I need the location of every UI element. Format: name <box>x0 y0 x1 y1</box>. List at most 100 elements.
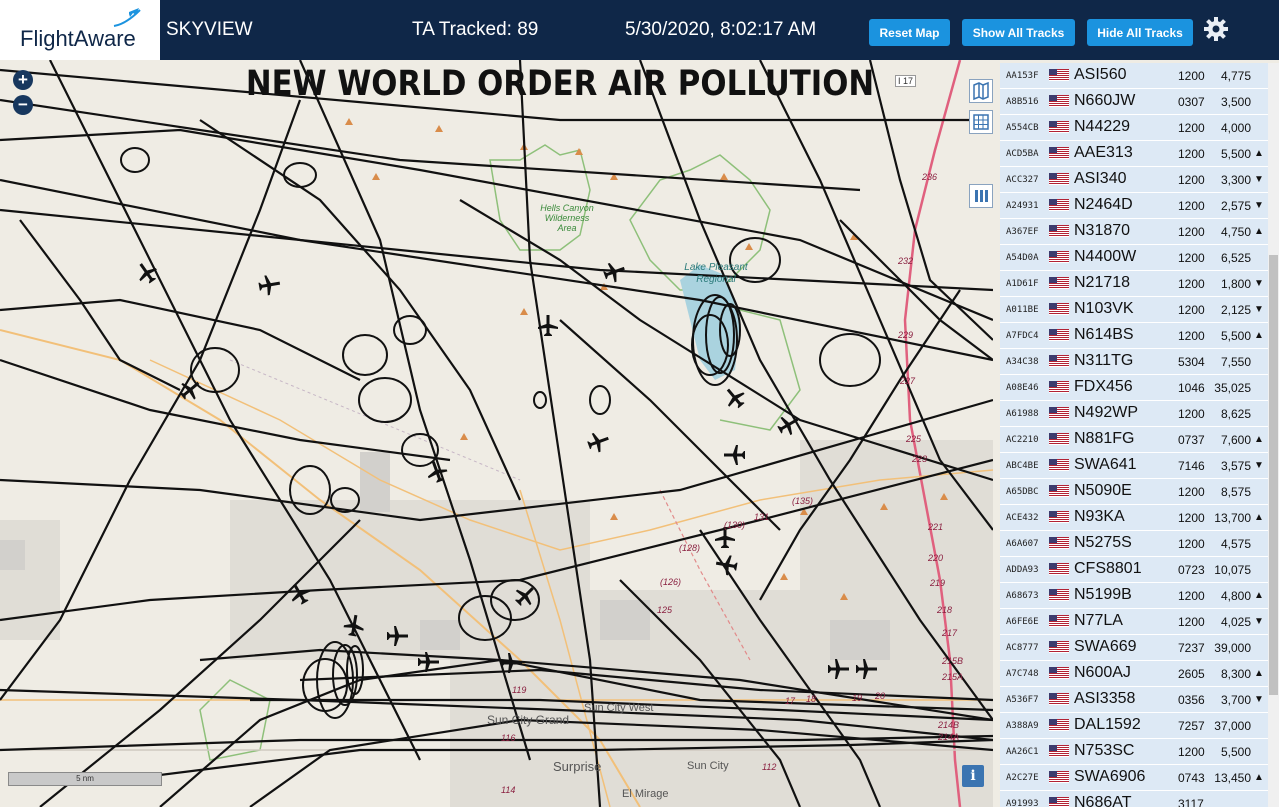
road-label-126: (126) <box>660 577 682 587</box>
list-scroll-thumb[interactable] <box>1269 255 1278 695</box>
aircraft-row[interactable]: A7FDC4 N614BS 1200 5,500 ▲ <box>1000 323 1268 349</box>
place-sun-city: Sun City <box>687 760 729 772</box>
zoom-in-button[interactable]: + <box>13 70 33 90</box>
gear-icon[interactable] <box>1203 16 1229 42</box>
aircraft-row[interactable]: AA26C1 N753SC 1200 5,500 <box>1000 739 1268 765</box>
show-all-tracks-button[interactable]: Show All Tracks <box>962 19 1075 46</box>
app-title: SKYVIEW <box>166 19 253 40</box>
aircraft-hex: ABC4BE <box>1006 461 1039 471</box>
aircraft-row[interactable]: A61988 N492WP 1200 8,625 <box>1000 401 1268 427</box>
aircraft-row[interactable]: A34C38 N311TG 5304 7,550 <box>1000 349 1268 375</box>
aircraft-row[interactable]: A388A9 DAL1592 7257 37,000 <box>1000 713 1268 739</box>
reset-map-button[interactable]: Reset Map <box>869 19 950 46</box>
us-flag-icon <box>1049 459 1069 471</box>
road-label-232: 232 <box>898 256 914 266</box>
us-flag-icon <box>1049 329 1069 341</box>
flightaware-logo[interactable]: FlightAware <box>0 0 160 60</box>
hide-all-tracks-button[interactable]: Hide All Tracks <box>1087 19 1193 46</box>
us-flag-icon <box>1049 511 1069 523</box>
aircraft-row[interactable]: A554CB N44229 1200 4,000 <box>1000 115 1268 141</box>
us-flag-icon <box>1049 719 1069 731</box>
road-label-215b: 215B <box>942 656 964 666</box>
aircraft-row[interactable]: ACC327 ASI340 1200 3,300 ▼ <box>1000 167 1268 193</box>
aircraft-hex: A91993 <box>1006 799 1039 807</box>
aircraft-ident: SWA669 <box>1074 638 1137 655</box>
aircraft-row[interactable]: ADDA93 CFS8801 0723 10,075 <box>1000 557 1268 583</box>
aircraft-hex: A54D0A <box>1006 253 1039 263</box>
aircraft-altitude: 5,500 <box>1220 745 1251 759</box>
aircraft-hex: A65DBC <box>1006 487 1039 497</box>
aircraft-row[interactable]: A91993 N686AT 3117 <box>1000 791 1268 807</box>
aircraft-row[interactable]: A1D61F N21718 1200 1,800 ▼ <box>1000 271 1268 297</box>
aircraft-ident: N31870 <box>1074 222 1131 239</box>
us-flag-icon <box>1049 173 1069 185</box>
columns-icon[interactable] <box>969 184 993 208</box>
altitude-trend-icon: ▲ <box>1254 148 1264 159</box>
aircraft-row[interactable]: A6A607 N5275S 1200 4,575 <box>1000 531 1268 557</box>
aircraft-row[interactable]: A367EF N31870 1200 4,750 ▲ <box>1000 219 1268 245</box>
aircraft-row[interactable]: A2C27E SWA6906 0743 13,450 ▲ <box>1000 765 1268 791</box>
aircraft-squawk: 3117 <box>1178 797 1204 807</box>
aircraft-hex: A34C38 <box>1006 357 1039 367</box>
road-label-227: 227 <box>900 376 916 386</box>
us-flag-icon <box>1049 251 1069 263</box>
aircraft-row[interactable]: A6FE6E N77LA 1200 4,025 ▼ <box>1000 609 1268 635</box>
aircraft-hex: A6FE6E <box>1006 617 1039 627</box>
grid-icon[interactable] <box>969 110 993 134</box>
us-flag-icon <box>1049 537 1069 549</box>
aircraft-altitude: 1,800 <box>1220 277 1251 291</box>
aircraft-altitude: 10,075 <box>1214 563 1251 577</box>
aircraft-row[interactable]: A68673 N5199B 1200 4,800 ▲ <box>1000 583 1268 609</box>
aircraft-altitude: 13,450 <box>1214 771 1251 785</box>
top-bar: FlightAware SKYVIEW TA Tracked: 89 5/30/… <box>0 0 1279 60</box>
aircraft-ident: N311TG <box>1074 352 1134 369</box>
aircraft-hex: A08E46 <box>1006 383 1039 393</box>
aircraft-row[interactable]: ABC4BE SWA641 7146 3,575 ▼ <box>1000 453 1268 479</box>
aircraft-ident: N686AT <box>1074 794 1132 807</box>
aircraft-altitude: 4,000 <box>1220 121 1251 135</box>
aircraft-ident: ASI560 <box>1074 66 1127 83</box>
aircraft-hex: A8B516 <box>1006 97 1039 107</box>
aircraft-row[interactable]: A8B516 N660JW 0307 3,500 <box>1000 89 1268 115</box>
road-label-119: 119 <box>512 685 527 695</box>
road-label-220: 220 <box>928 553 944 563</box>
altitude-trend-icon: ▼ <box>1254 278 1264 289</box>
logo-text: FlightAware <box>20 26 136 51</box>
aircraft-hex: A536F7 <box>1006 695 1039 705</box>
aircraft-row[interactable]: AC8777 SWA669 7237 39,000 <box>1000 635 1268 661</box>
aircraft-altitude: 2,575 <box>1220 199 1251 213</box>
aircraft-ident: N660JW <box>1074 92 1136 109</box>
us-flag-icon <box>1049 381 1069 393</box>
aircraft-row[interactable]: A011BE N103VK 1200 2,125 ▼ <box>1000 297 1268 323</box>
aircraft-altitude: 4,025 <box>1220 615 1251 629</box>
aircraft-row[interactable]: A65DBC N5090E 1200 8,575 <box>1000 479 1268 505</box>
aircraft-hex: ADDA93 <box>1006 565 1039 575</box>
us-flag-icon <box>1049 589 1069 601</box>
aircraft-row[interactable]: A54D0A N4400W 1200 6,525 <box>1000 245 1268 271</box>
road-label-223: 223 <box>912 454 928 464</box>
aircraft-ident: CFS8801 <box>1074 560 1142 577</box>
aircraft-ident: FDX456 <box>1074 378 1133 395</box>
aircraft-row[interactable]: A08E46 FDX456 1046 35,025 <box>1000 375 1268 401</box>
aircraft-row[interactable]: A24931 N2464D 1200 2,575 ▼ <box>1000 193 1268 219</box>
zoom-out-button[interactable]: − <box>13 95 33 115</box>
aircraft-altitude: 3,575 <box>1220 459 1251 473</box>
us-flag-icon <box>1049 95 1069 107</box>
aircraft-list[interactable]: AA153F ASI560 1200 4,775 A8B516 N660JW 0307 3,5… <box>1000 63 1268 807</box>
aircraft-hex: ACC327 <box>1006 175 1039 185</box>
altitude-trend-icon: ▼ <box>1254 616 1264 627</box>
aircraft-row[interactable]: A7C748 N600AJ 2605 8,300 ▲ <box>1000 661 1268 687</box>
place-hells-canyon: Hells Canyon Wilderness Area <box>540 203 594 233</box>
aircraft-hex: A011BE <box>1006 305 1039 315</box>
road-label-128: (128) <box>679 543 701 553</box>
aircraft-row[interactable]: ACD5BA AAE313 1200 5,500 ▲ <box>1000 141 1268 167</box>
aircraft-ident: N4400W <box>1074 248 1137 265</box>
aircraft-row[interactable]: A536F7 ASI3358 0356 3,700 ▼ <box>1000 687 1268 713</box>
aircraft-row[interactable]: AA153F ASI560 1200 4,775 <box>1000 63 1268 89</box>
info-button[interactable]: i <box>962 765 984 787</box>
aircraft-row[interactable]: AC2210 N881FG 0737 7,600 ▲ <box>1000 427 1268 453</box>
road-label-131: 131 <box>754 512 770 522</box>
aircraft-row[interactable]: ACE432 N93KA 1200 13,700 ▲ <box>1000 505 1268 531</box>
us-flag-icon <box>1049 433 1069 445</box>
map-view[interactable]: Hells Canyon Wilderness Area Lake Pleasa… <box>0 60 993 807</box>
